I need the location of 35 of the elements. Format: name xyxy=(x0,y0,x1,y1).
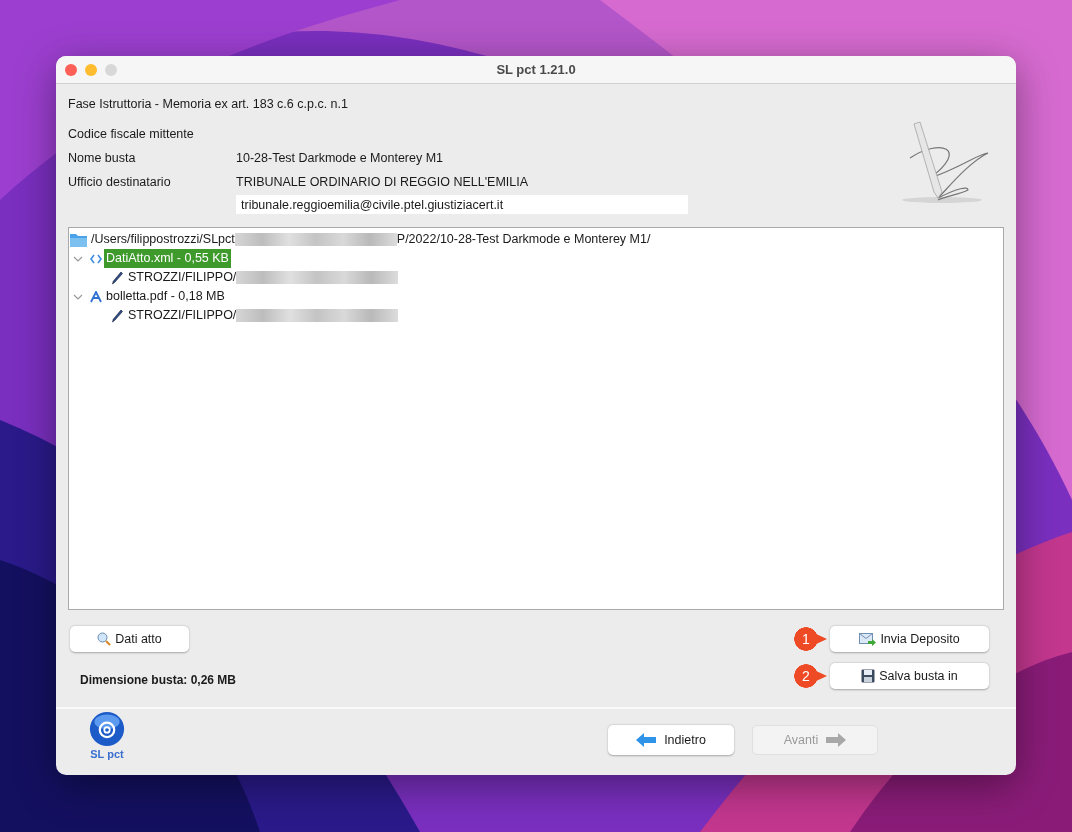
chevron-icon[interactable] xyxy=(73,254,83,263)
code-icon xyxy=(90,253,102,264)
field-label: Ufficio destinatario xyxy=(68,173,172,191)
logo-text: SL pct xyxy=(90,748,124,760)
window-title: SL pct 1.21.0 xyxy=(496,60,576,79)
pen-icon xyxy=(111,270,123,285)
minimize-button[interactable] xyxy=(85,63,97,76)
search-icon xyxy=(97,632,112,646)
email-field[interactable]: tribunale.reggioemilia@civile.ptel.giustiziacert.it xyxy=(236,195,688,214)
back-button[interactable]: Indietro xyxy=(608,725,734,755)
dati-atto-button[interactable]: Dati atto xyxy=(70,626,189,652)
signature-label[interactable]: STROZZI/FILIPPO/ xyxy=(128,306,399,325)
action-button[interactable]: Invia Deposito xyxy=(830,626,989,652)
action-button[interactable]: Salva busta in xyxy=(830,663,989,689)
phase-title: Fase Istruttoria - Memoria ex art. 183 c.6 c.p.c. n.1 xyxy=(68,96,349,113)
callout-badge: 1 xyxy=(794,627,828,651)
field-label: Nome busta xyxy=(68,149,137,167)
floppy-icon xyxy=(861,669,876,683)
field-value: 10-28-Test Darkmode e Monterey M1 xyxy=(236,149,444,167)
arrow-left-icon xyxy=(636,733,657,747)
field-label: Codice fiscale mittente xyxy=(68,125,195,143)
arrow-right-icon xyxy=(826,733,847,747)
envelope-size: Dimensione busta: 0,26 MB xyxy=(80,672,237,689)
pen-icon xyxy=(111,308,123,323)
tree-item[interactable]: DatiAtto.xml - 0,55 KB xyxy=(104,249,231,268)
signature-label[interactable]: STROZZI/FILIPPO/ xyxy=(128,268,399,287)
chevron-icon[interactable] xyxy=(73,292,83,301)
letter-a-icon xyxy=(90,290,102,303)
field-value: TRIBUNALE ORDINARIO DI REGGIO NELL'EMILIA xyxy=(236,173,529,191)
tree-item[interactable]: bolletta.pdf - 0,18 MB xyxy=(104,287,227,306)
folder-icon xyxy=(70,232,87,247)
folder-path: /Users/filippostrozzi/SLpct P/2022/10-28-Test Darkmode e Monterey M1/ xyxy=(91,231,651,249)
close-button[interactable] xyxy=(65,63,77,76)
callout-badge: 2 xyxy=(794,664,828,688)
envelope-icon xyxy=(859,632,877,646)
